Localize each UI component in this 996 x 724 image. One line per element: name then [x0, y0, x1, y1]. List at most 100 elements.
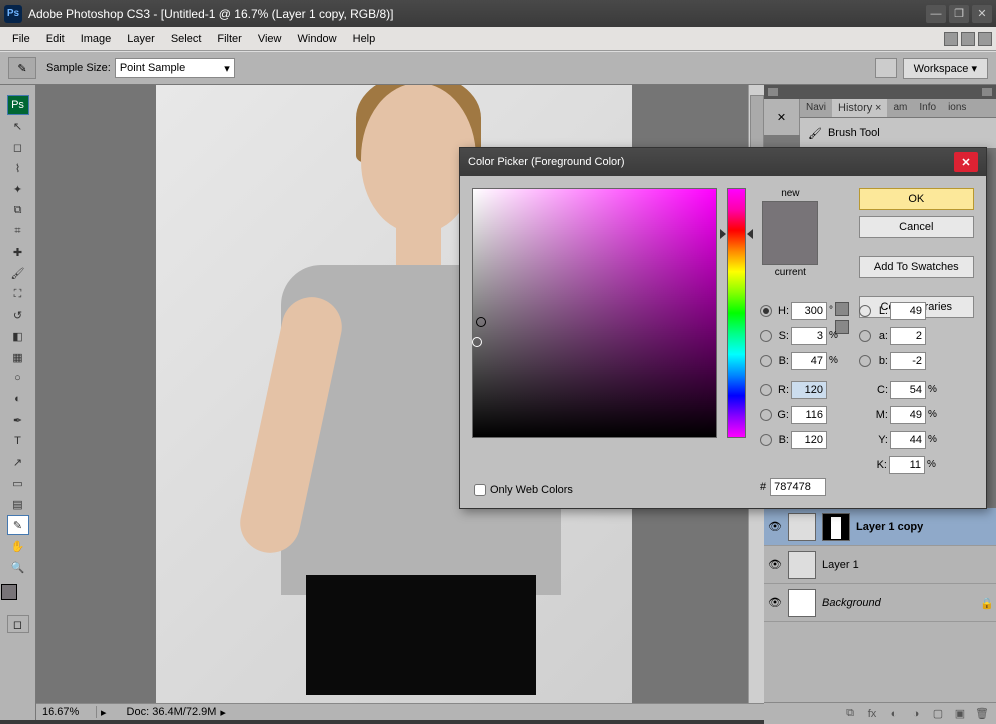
layer-mask-thumb[interactable] — [822, 513, 850, 541]
new-layer-icon[interactable]: ▣ — [952, 706, 968, 722]
layer-row[interactable]: 👁 Background 🔒 — [764, 584, 996, 622]
eyedropper-tool[interactable]: ✎ — [7, 515, 29, 535]
visibility-icon[interactable]: 👁 — [768, 596, 782, 610]
tab-navigator[interactable]: Navi — [800, 99, 832, 117]
menu-window[interactable]: Window — [290, 30, 345, 48]
layer-thumb[interactable] — [788, 513, 816, 541]
dodge-tool[interactable]: ◐ — [7, 389, 29, 409]
visibility-icon[interactable]: 👁 — [768, 520, 782, 534]
saturation-brightness-field[interactable] — [472, 188, 717, 438]
zoom-popup-icon[interactable]: ▸ — [101, 706, 107, 719]
minimize-button[interactable]: — — [926, 5, 946, 23]
workspace-menu[interactable]: Workspace ▾ — [903, 58, 988, 79]
layer-name[interactable]: Layer 1 — [822, 559, 992, 571]
shape-tool[interactable]: ▭ — [7, 473, 29, 493]
y-input[interactable] — [890, 431, 926, 449]
layer-row[interactable]: 👁 Layer 1 copy — [764, 508, 996, 546]
lasso-tool[interactable]: ⌇ — [7, 158, 29, 178]
sat-radio[interactable] — [760, 330, 772, 342]
dialog-titlebar[interactable]: Color Picker (Foreground Color) ✕ — [460, 148, 986, 176]
blue-input[interactable] — [791, 431, 827, 449]
status-menu-icon[interactable]: ▸ — [220, 706, 226, 719]
stamp-tool[interactable]: ⛶ — [7, 284, 29, 304]
layer-thumb[interactable] — [788, 589, 816, 617]
l-input[interactable] — [890, 302, 926, 320]
sat-input[interactable] — [791, 327, 827, 345]
blur-tool[interactable]: ○ — [7, 368, 29, 388]
goto-bridge-icon[interactable] — [875, 58, 897, 78]
l-radio[interactable] — [859, 305, 871, 317]
visibility-icon[interactable]: 👁 — [768, 558, 782, 572]
hex-input[interactable] — [770, 478, 826, 496]
gradient-tool[interactable]: ▦ — [7, 347, 29, 367]
tool-preset-icon[interactable]: ✕ — [764, 99, 800, 135]
palette-collapse-left[interactable] — [768, 88, 778, 96]
wand-tool[interactable]: ✦ — [7, 179, 29, 199]
layer-thumb[interactable] — [788, 551, 816, 579]
maximize-button[interactable]: ❐ — [949, 5, 969, 23]
add-swatches-button[interactable]: Add To Swatches — [859, 256, 974, 278]
foreground-color-swatch[interactable] — [1, 584, 17, 600]
hand-tool[interactable]: ✋ — [7, 536, 29, 556]
eraser-tool[interactable]: ◧ — [7, 326, 29, 346]
menu-image[interactable]: Image — [73, 30, 120, 48]
ok-button[interactable]: OK — [859, 188, 974, 210]
menu-layer[interactable]: Layer — [119, 30, 163, 48]
tab-info[interactable]: Info — [913, 99, 942, 117]
menu-edit[interactable]: Edit — [38, 30, 73, 48]
hue-slider[interactable] — [727, 188, 747, 438]
mask-icon[interactable]: ◐ — [886, 706, 902, 722]
move-tool[interactable]: ↖ — [7, 116, 29, 136]
fx-icon[interactable]: fx — [864, 706, 880, 722]
group-icon[interactable]: ▢ — [930, 706, 946, 722]
r-input[interactable] — [791, 381, 827, 399]
slice-tool[interactable]: ⌗ — [7, 221, 29, 241]
ps-panel-icon[interactable]: Ps — [7, 95, 29, 115]
blue-radio[interactable] — [760, 434, 772, 446]
r-radio[interactable] — [760, 384, 772, 396]
menu-select[interactable]: Select — [163, 30, 210, 48]
web-only-checkbox[interactable] — [474, 484, 486, 496]
trash-icon[interactable]: 🗑 — [974, 706, 990, 722]
c-input[interactable] — [890, 381, 926, 399]
history-item[interactable]: Brush Tool — [828, 127, 880, 139]
m-input[interactable] — [890, 406, 926, 424]
menu-file[interactable]: File — [4, 30, 38, 48]
tab-histogram[interactable]: am — [887, 99, 913, 117]
bright-input[interactable] — [791, 352, 827, 370]
healing-tool[interactable]: ✚ — [7, 242, 29, 262]
menu-filter[interactable]: Filter — [209, 30, 249, 48]
menu-view[interactable]: View — [250, 30, 290, 48]
doc-restore-button[interactable] — [961, 32, 975, 46]
adjustment-icon[interactable]: ◑ — [908, 706, 924, 722]
hue-radio[interactable] — [760, 305, 772, 317]
crop-tool[interactable]: ⧉ — [7, 200, 29, 220]
menu-help[interactable]: Help — [345, 30, 384, 48]
layer-name[interactable]: Layer 1 copy — [856, 521, 992, 533]
palette-collapse-right[interactable] — [982, 88, 992, 96]
tab-actions[interactable]: ions — [942, 99, 972, 117]
a-input[interactable] — [890, 327, 926, 345]
k-input[interactable] — [889, 456, 925, 474]
marquee-tool[interactable]: ◻ — [7, 137, 29, 157]
cancel-button[interactable]: Cancel — [859, 216, 974, 238]
color-preview[interactable] — [762, 201, 818, 265]
quickmask-toggle[interactable]: ◻ — [7, 615, 29, 633]
tab-history[interactable]: History × — [832, 99, 887, 117]
link-layers-icon[interactable]: ⧉ — [842, 706, 858, 722]
zoom-level[interactable]: 16.67% — [42, 706, 97, 718]
brush-tool[interactable]: 🖌 — [7, 263, 29, 283]
hue-input[interactable] — [791, 302, 827, 320]
pen-tool[interactable]: ✒ — [7, 410, 29, 430]
bright-radio[interactable] — [760, 355, 772, 367]
lab-b-input[interactable] — [890, 352, 926, 370]
doc-minimize-button[interactable] — [944, 32, 958, 46]
history-brush-tool[interactable]: ↺ — [7, 305, 29, 325]
g-radio[interactable] — [760, 409, 772, 421]
type-tool[interactable]: T — [7, 431, 29, 451]
close-window-button[interactable]: ✕ — [972, 5, 992, 23]
zoom-tool[interactable]: 🔍 — [7, 557, 29, 577]
layer-row[interactable]: 👁 Layer 1 — [764, 546, 996, 584]
tab-close-icon[interactable]: × — [875, 102, 881, 114]
path-tool[interactable]: ↗ — [7, 452, 29, 472]
